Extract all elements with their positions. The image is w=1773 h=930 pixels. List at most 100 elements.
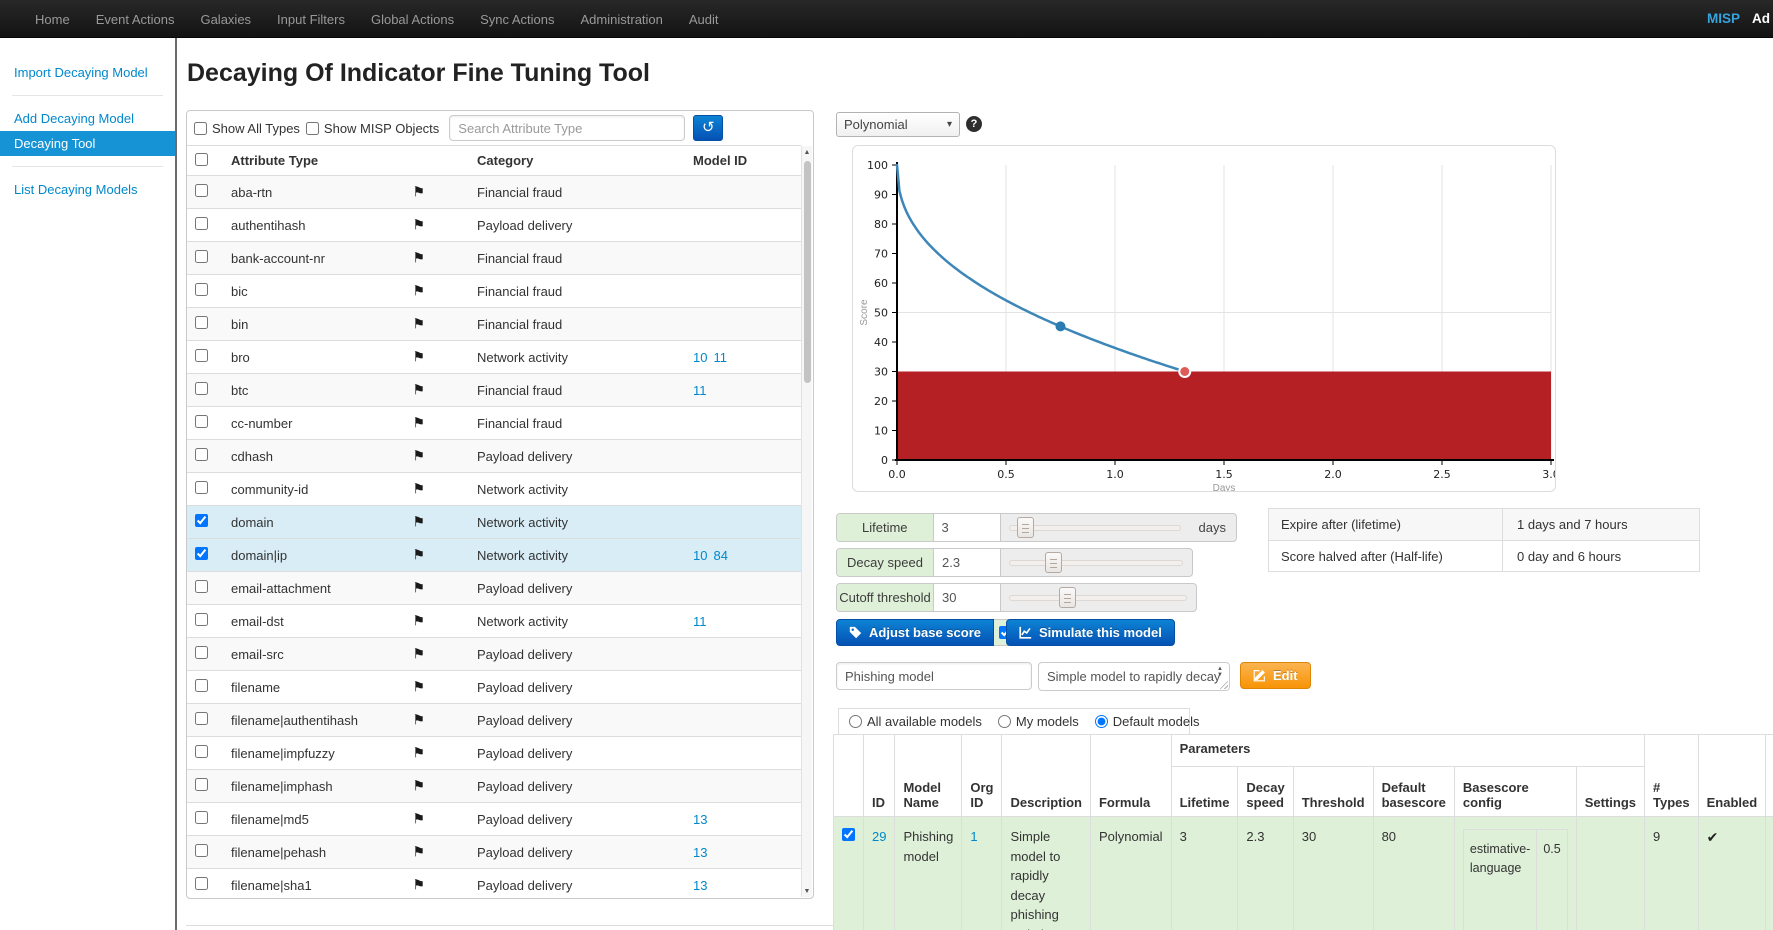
nav-item-home[interactable]: Home	[22, 0, 83, 38]
model-row-checkbox[interactable]	[842, 828, 855, 841]
model-id-link[interactable]: 13	[693, 845, 707, 860]
lifetime-input[interactable]	[934, 514, 1001, 541]
org-id-link[interactable]: 1	[970, 829, 977, 844]
decay-speed-slider[interactable]	[1001, 549, 1191, 576]
lifetime-slider[interactable]	[1001, 514, 1189, 541]
nav-user-menu[interactable]: Ad	[1752, 0, 1770, 38]
flag-icon[interactable]: ⚑	[412, 514, 425, 531]
attribute-select-checkbox[interactable]	[195, 679, 208, 692]
attribute-select-checkbox[interactable]	[195, 712, 208, 725]
model-filter-radio-all-available-models[interactable]	[849, 715, 862, 728]
model-id-link[interactable]: 29	[872, 829, 886, 844]
attribute-select-checkbox[interactable]	[195, 448, 208, 461]
flag-icon[interactable]: ⚑	[412, 547, 425, 564]
flag-icon[interactable]: ⚑	[412, 811, 425, 828]
attribute-select-checkbox[interactable]	[195, 613, 208, 626]
simulate-model-button[interactable]: Simulate this model	[1006, 619, 1175, 646]
attribute-select-checkbox[interactable]	[195, 778, 208, 791]
flag-icon[interactable]: ⚑	[412, 448, 425, 465]
attribute-select-checkbox[interactable]	[195, 316, 208, 329]
textarea-scroll-icons[interactable]: ▲▼	[1214, 666, 1226, 678]
flag-icon[interactable]: ⚑	[412, 580, 425, 597]
decay-speed-input[interactable]	[934, 549, 1001, 576]
adjust-base-score-button[interactable]: Adjust base score	[836, 619, 994, 646]
model-filter-radio-default-models[interactable]	[1095, 715, 1108, 728]
flag-icon[interactable]: ⚑	[412, 778, 425, 795]
sidebar-item-list-decaying-models[interactable]: List Decaying Models	[0, 177, 175, 202]
attribute-select-checkbox[interactable]	[195, 877, 208, 890]
select-all-checkbox[interactable]	[195, 153, 208, 166]
sidebar-item-decaying-tool[interactable]: Decaying Tool	[0, 131, 175, 156]
flag-icon[interactable]: ⚑	[412, 316, 425, 333]
decay-chart-svg[interactable]: 01020304050607080901000.00.51.01.52.02.5…	[853, 146, 1555, 491]
model-id-link[interactable]: 10	[693, 350, 707, 365]
nav-item-global-actions[interactable]: Global Actions	[358, 0, 467, 38]
model-id-link[interactable]: 11	[693, 383, 707, 398]
model-filter-radio-my-models[interactable]	[998, 715, 1011, 728]
flag-icon[interactable]: ⚑	[412, 712, 425, 729]
cutoff-threshold-slider[interactable]	[1001, 584, 1195, 611]
scroll-down-icon[interactable]: ▼	[802, 885, 812, 897]
help-icon[interactable]: ?	[966, 116, 982, 132]
attribute-select-checkbox[interactable]	[195, 217, 208, 230]
flag-icon[interactable]: ⚑	[412, 481, 425, 498]
attribute-select-checkbox[interactable]	[195, 349, 208, 362]
slider-handle[interactable]	[1017, 517, 1034, 538]
scrollbar-thumb[interactable]	[804, 161, 811, 383]
attribute-select-checkbox[interactable]	[195, 283, 208, 296]
nav-item-audit[interactable]: Audit	[676, 0, 732, 38]
flag-icon[interactable]: ⚑	[412, 217, 425, 234]
table-scrollbar[interactable]: ▲ ▼	[801, 146, 812, 897]
sidebar-item-add-decaying-model[interactable]: Add Decaying Model	[0, 106, 175, 131]
flag-icon[interactable]: ⚑	[412, 679, 425, 696]
attribute-select-checkbox[interactable]	[195, 745, 208, 758]
cutoff-threshold-input[interactable]	[934, 584, 1001, 611]
nav-item-administration[interactable]: Administration	[568, 0, 676, 38]
attribute-select-checkbox[interactable]	[195, 811, 208, 824]
flag-icon[interactable]: ⚑	[412, 349, 425, 366]
model-name-input[interactable]	[836, 662, 1032, 690]
attribute-select-checkbox[interactable]	[195, 415, 208, 428]
flag-icon[interactable]: ⚑	[412, 613, 425, 630]
nav-item-event-actions[interactable]: Event Actions	[83, 0, 188, 38]
flag-icon[interactable]: ⚑	[412, 250, 425, 267]
attribute-select-checkbox[interactable]	[195, 382, 208, 395]
attribute-select-checkbox[interactable]	[195, 646, 208, 659]
sidebar-item-import-decaying-model[interactable]: Import Decaying Model	[0, 60, 175, 85]
attribute-select-checkbox[interactable]	[195, 184, 208, 197]
model-description-textarea[interactable]: Simple model to rapidly decay ▲▼	[1038, 662, 1230, 691]
attribute-select-checkbox[interactable]	[195, 547, 208, 560]
flag-icon[interactable]: ⚑	[412, 415, 425, 432]
model-id-link[interactable]: 11	[713, 350, 727, 365]
model-id-link[interactable]: 13	[693, 812, 707, 827]
attribute-select-checkbox[interactable]	[195, 250, 208, 263]
nav-item-sync-actions[interactable]: Sync Actions	[467, 0, 567, 38]
model-id-link[interactable]: 10	[693, 548, 707, 563]
flag-icon[interactable]: ⚑	[412, 877, 425, 894]
flag-icon[interactable]: ⚑	[412, 382, 425, 399]
nav-item-galaxies[interactable]: Galaxies	[187, 0, 264, 38]
attribute-select-checkbox[interactable]	[195, 580, 208, 593]
flag-icon[interactable]: ⚑	[412, 283, 425, 300]
formula-select[interactable]: Polynomial ▾	[836, 112, 960, 137]
flag-icon[interactable]: ⚑	[412, 844, 425, 861]
misp-brand[interactable]: MISP	[1707, 0, 1740, 38]
flag-icon[interactable]: ⚑	[412, 184, 425, 201]
attribute-select-checkbox[interactable]	[195, 481, 208, 494]
flag-icon[interactable]: ⚑	[412, 646, 425, 663]
attribute-select-checkbox[interactable]	[195, 844, 208, 857]
slider-handle[interactable]	[1045, 552, 1062, 573]
scroll-up-icon[interactable]: ▲	[802, 146, 812, 158]
edit-model-button[interactable]: Edit	[1240, 662, 1311, 689]
model-id-link[interactable]: 84	[713, 548, 727, 563]
slider-handle[interactable]	[1059, 587, 1076, 608]
model-id-link[interactable]: 11	[693, 614, 707, 629]
model-id-link[interactable]: 13	[693, 878, 707, 893]
show-all-types-checkbox[interactable]	[194, 122, 207, 135]
flag-icon[interactable]: ⚑	[412, 745, 425, 762]
nav-item-input-filters[interactable]: Input Filters	[264, 0, 358, 38]
reset-search-button[interactable]: ↺	[693, 115, 723, 141]
search-attribute-input[interactable]	[449, 115, 685, 141]
attribute-select-checkbox[interactable]	[195, 514, 208, 527]
show-misp-objects-checkbox[interactable]	[306, 122, 319, 135]
